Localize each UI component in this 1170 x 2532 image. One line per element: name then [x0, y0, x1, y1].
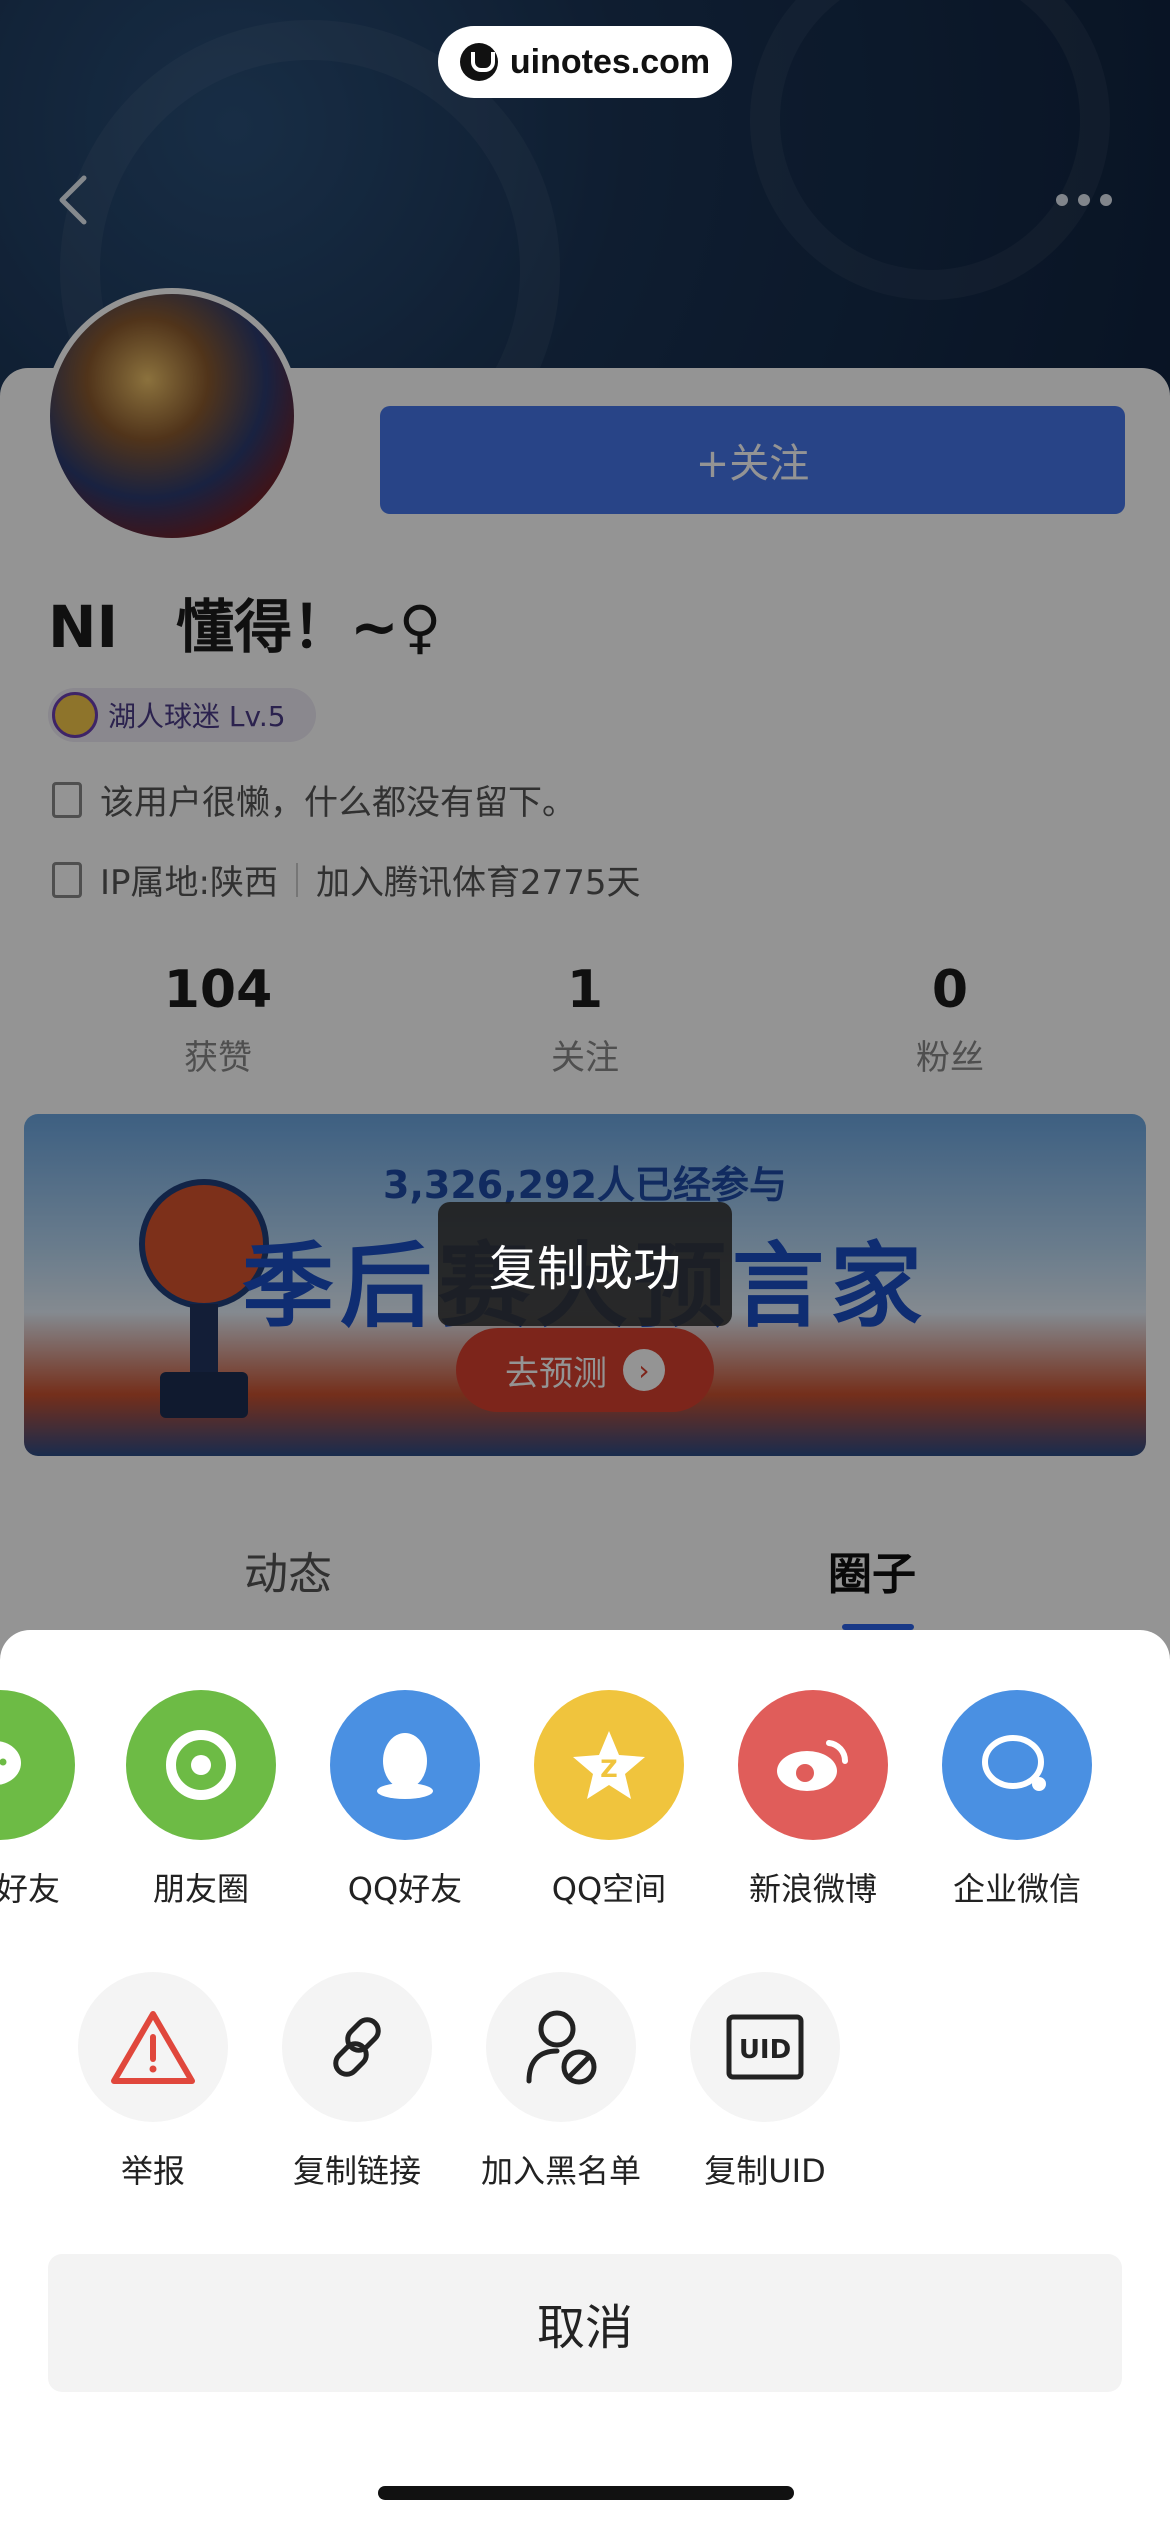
wechat-icon [0, 1690, 75, 1840]
wecom-icon [942, 1690, 1092, 1840]
action-label: 举报 [120, 2152, 185, 2190]
action-label: 加入黑名单 [480, 2152, 641, 2190]
share-label: 企业微信 [952, 1870, 1081, 1908]
watermark-text: uinotes.com [509, 42, 711, 81]
cancel-button[interactable]: 取消 [48, 2254, 1122, 2392]
share-moments[interactable]: 朋友圈 [99, 1690, 303, 1910]
share-label: QQ空间 [551, 1870, 667, 1908]
action-label: 复制UID [704, 2152, 826, 2190]
share-label: 好友 [0, 1870, 60, 1908]
share-qq-friend[interactable]: QQ好友 [303, 1690, 507, 1910]
share-weibo[interactable]: 新浪微博 [711, 1690, 915, 1910]
qq-icon [330, 1690, 480, 1840]
svg-text:Z: Z [600, 1755, 617, 1783]
share-label: 朋友圈 [152, 1870, 249, 1908]
weibo-icon [738, 1690, 888, 1840]
moments-icon [126, 1690, 276, 1840]
copy-uid-button[interactable]: UID 复制UID [663, 1972, 867, 2192]
share-sheet: 好友 朋友圈 QQ好友 Z QQ空间 新浪微博 企业微信 举报 复制链接 加入黑… [0, 1630, 1170, 2532]
share-wecom[interactable]: 企业微信 [915, 1690, 1119, 1910]
link-icon [282, 1972, 432, 2122]
share-wechat-friend[interactable]: 好友 [0, 1690, 102, 1910]
qzone-icon: Z [534, 1690, 684, 1840]
watermark-badge: uinotes.com [438, 26, 732, 98]
toast-message: 复制成功 [438, 1202, 732, 1326]
uid-icon: UID [690, 1972, 840, 2122]
svg-text:UID: UID [739, 2035, 791, 2065]
report-button[interactable]: 举报 [51, 1972, 255, 2192]
share-label: QQ好友 [347, 1870, 463, 1908]
share-qzone[interactable]: Z QQ空间 [507, 1690, 711, 1910]
share-label: 新浪微博 [748, 1870, 877, 1908]
copy-link-button[interactable]: 复制链接 [255, 1972, 459, 2192]
action-label: 复制链接 [292, 2152, 421, 2190]
block-user-icon [486, 1972, 636, 2122]
warning-icon [78, 1972, 228, 2122]
blacklist-button[interactable]: 加入黑名单 [459, 1972, 663, 2192]
home-indicator [378, 2486, 794, 2500]
uinotes-logo-icon [459, 43, 498, 81]
